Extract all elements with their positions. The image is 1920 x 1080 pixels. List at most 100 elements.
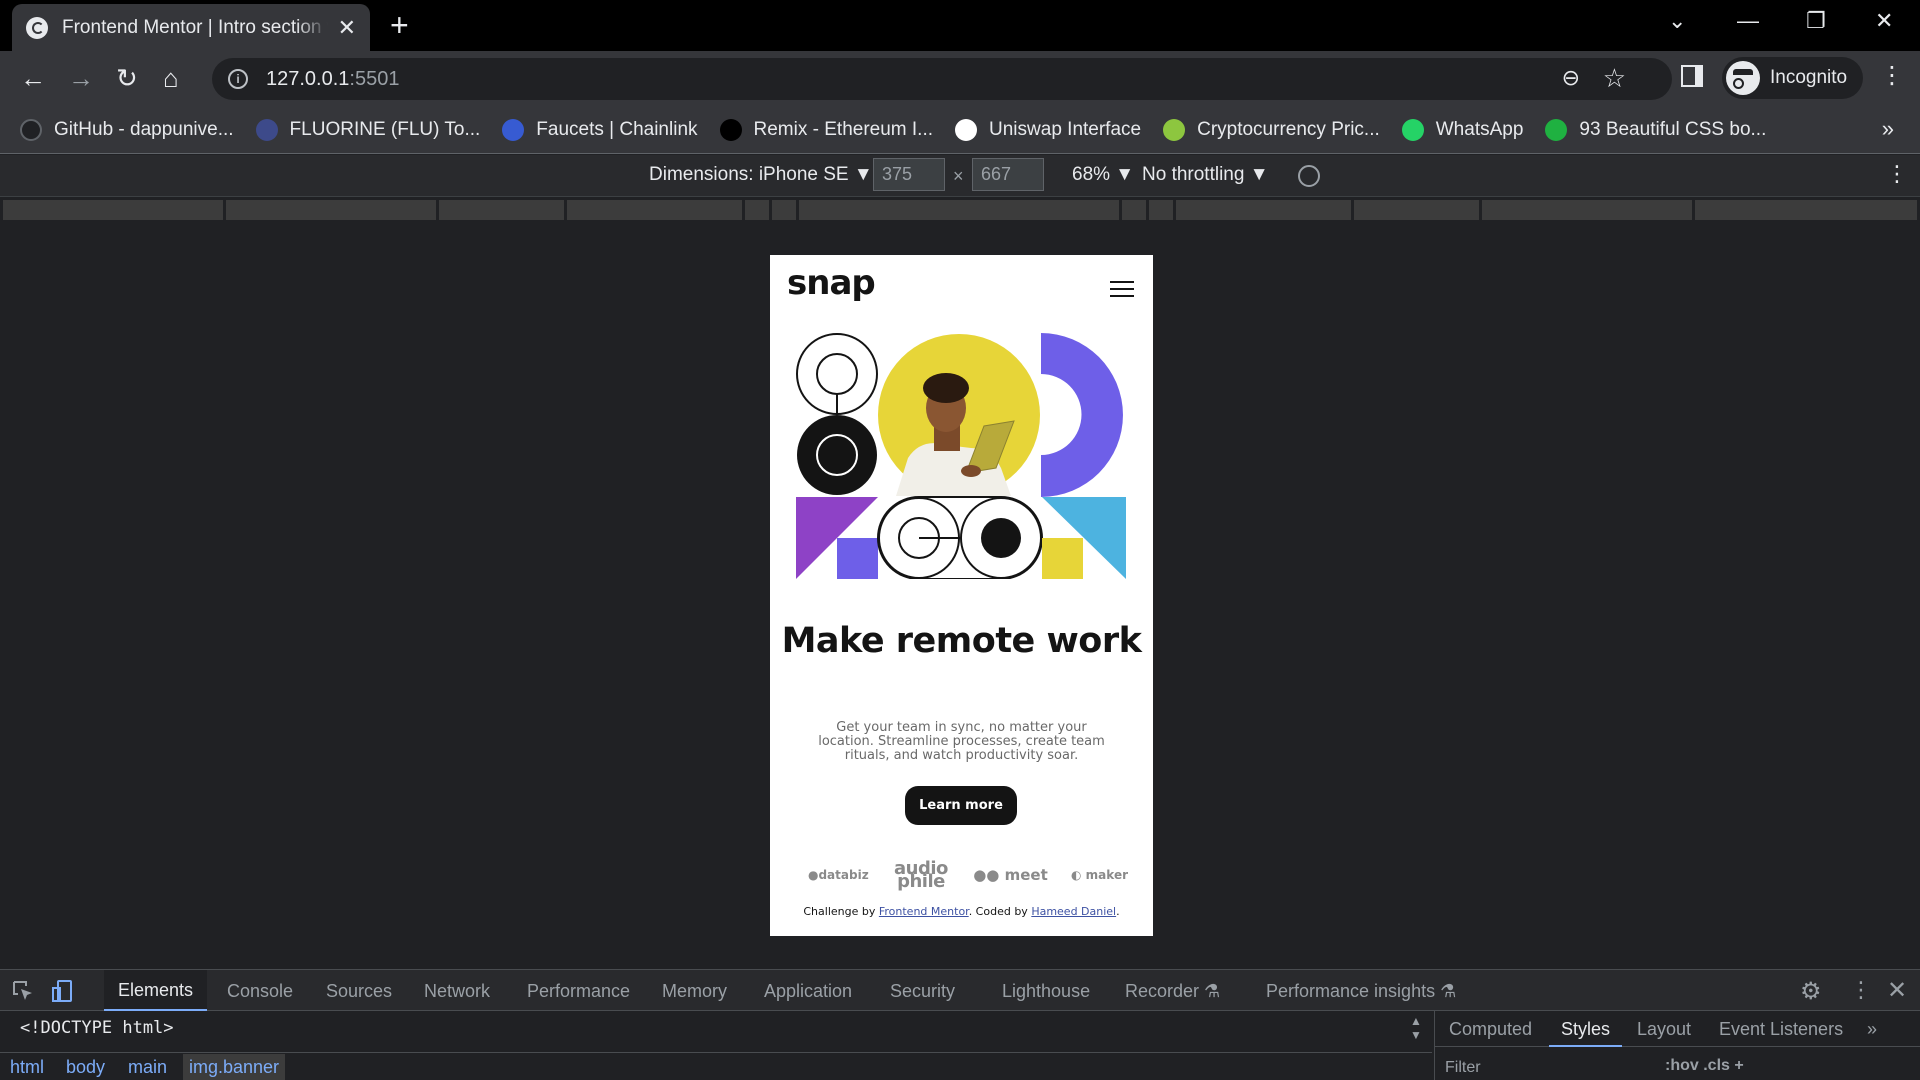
dimension-separator: × xyxy=(953,166,964,186)
devtools-tab-console[interactable]: Console xyxy=(227,981,293,1002)
bookmarks-bar: GitHub - dappunive... FLUORINE (FLU) To..… xyxy=(0,106,1920,154)
devtools-body: <!DOCTYPE html> html body main img.banner C… xyxy=(0,1011,1920,1080)
styles-filter-input[interactable]: Filter xyxy=(1445,1059,1481,1077)
sidebar-tab-layout[interactable]: Layout xyxy=(1637,1019,1691,1040)
dom-doctype-line[interactable]: <!DOCTYPE html> xyxy=(20,1018,174,1038)
devtools-tab-elements[interactable]: Elements xyxy=(104,970,208,1011)
tab-search-icon[interactable]: ⌄ xyxy=(1668,6,1686,36)
inspect-element-icon[interactable] xyxy=(12,980,34,1002)
sidebar-tabs-more-icon[interactable]: » xyxy=(1867,1019,1877,1040)
device-toolbar-toggle-icon[interactable] xyxy=(52,980,74,1002)
bookmark-label: GitHub - dappunive... xyxy=(54,118,234,140)
devtools-tab-lighthouse[interactable]: Lighthouse xyxy=(1002,981,1090,1002)
devtools-tab-network[interactable]: Network xyxy=(424,981,490,1002)
devtools-settings-icon[interactable]: ⚙ xyxy=(1800,977,1822,1006)
bookmarks-overflow-icon[interactable]: » xyxy=(1882,116,1894,142)
sidebar-tab-computed[interactable]: Computed xyxy=(1449,1019,1532,1040)
sidebar-tabs: Computed Styles Layout Event Listeners » xyxy=(1435,1011,1920,1047)
remix-icon xyxy=(719,118,742,141)
coingecko-icon xyxy=(1163,118,1186,141)
frontend-mentor-favicon-icon xyxy=(26,16,48,39)
new-tab-button[interactable]: + xyxy=(390,8,409,42)
device-height-input[interactable]: 667 xyxy=(972,158,1044,191)
throttling-select[interactable]: No throttling ▼ xyxy=(1142,164,1269,186)
device-width-input[interactable]: 375 xyxy=(873,158,945,191)
databiz-logo: ●databiz xyxy=(808,868,869,882)
url-host: 127.0.0.1 xyxy=(266,67,350,90)
breadcrumb-item[interactable]: img.banner xyxy=(183,1054,286,1080)
bookmark-item[interactable]: 93 Beautiful CSS bo... xyxy=(1545,118,1766,141)
hamburger-menu-icon[interactable] xyxy=(1110,281,1134,297)
bookmark-item[interactable]: WhatsApp xyxy=(1401,118,1523,141)
minimize-button[interactable]: — xyxy=(1737,6,1759,36)
devtools-tab-memory[interactable]: Memory xyxy=(662,981,727,1002)
bookmark-item[interactable]: Remix - Ethereum I... xyxy=(719,118,933,141)
bookmark-label: FLUORINE (FLU) To... xyxy=(289,118,481,140)
device-toolbar-more-icon[interactable]: ⋮ xyxy=(1886,161,1908,187)
incognito-profile-button[interactable]: Incognito xyxy=(1722,57,1864,99)
side-panel-icon[interactable] xyxy=(1681,65,1703,87)
site-info-icon[interactable]: i xyxy=(228,69,248,89)
media-query-bar[interactable] xyxy=(0,197,1920,223)
maker-logo: ◐ maker xyxy=(1071,868,1128,882)
bookmark-item[interactable]: Faucets | Chainlink xyxy=(502,118,698,141)
attribution: Challenge by Frontend Mentor. Coded by H… xyxy=(770,905,1153,918)
bookmark-item[interactable]: Cryptocurrency Pric... xyxy=(1163,118,1380,141)
learn-more-button[interactable]: Learn more xyxy=(905,786,1017,825)
bookmark-label: Faucets | Chainlink xyxy=(536,118,698,140)
reload-button[interactable]: ↻ xyxy=(116,61,138,95)
github-icon xyxy=(20,118,42,141)
bookmark-star-icon[interactable]: ☆ xyxy=(1603,63,1626,94)
rotate-icon[interactable] xyxy=(1298,165,1320,187)
address-bar[interactable]: i 127.0.0.1:5501 ⊖ ☆ xyxy=(212,58,1672,100)
browser-tab[interactable]: Frontend Mentor | Intro section w ✕ xyxy=(12,4,370,51)
device-toolbar: Dimensions: iPhone SE ▼ 375 × 667 68% ▼ … xyxy=(0,155,1920,197)
zoom-icon[interactable]: ⊖ xyxy=(1562,65,1580,91)
dom-scroll-arrows-icon[interactable]: ▲ ▼ xyxy=(1410,1014,1422,1042)
styles-sidebar: Computed Styles Layout Event Listeners » Fil… xyxy=(1434,1011,1920,1080)
browser-menu-icon[interactable]: ⋮ xyxy=(1880,61,1904,91)
devtools-menu-icon[interactable]: ⋮ xyxy=(1850,977,1872,1003)
device-dimensions-select[interactable]: Dimensions: iPhone SE ▼ xyxy=(649,164,873,186)
audiophile-logo: audio phile xyxy=(894,858,948,892)
device-zoom-select[interactable]: 68% ▼ xyxy=(1072,164,1134,186)
home-button[interactable]: ⌂ xyxy=(163,61,179,95)
client-logos: ●databiz audio phile ●● meet ◐ maker xyxy=(808,858,1128,892)
fluorine-icon xyxy=(255,118,278,141)
bookmark-item[interactable]: Uniswap Interface xyxy=(955,118,1141,141)
breadcrumb-item[interactable]: body xyxy=(66,1057,105,1078)
devtools-tab-performance[interactable]: Performance xyxy=(527,981,630,1002)
bookmark-label: Cryptocurrency Pric... xyxy=(1197,118,1380,140)
dom-breadcrumbs: html body main img.banner xyxy=(0,1052,1432,1080)
emulated-page: snap Make remote work Get your team in s… xyxy=(770,255,1153,936)
tab-close-icon[interactable]: ✕ xyxy=(338,15,356,41)
devtools-close-icon[interactable]: ✕ xyxy=(1887,976,1907,1005)
devtools-tab-security[interactable]: Security xyxy=(890,981,955,1002)
uniswap-icon xyxy=(955,118,978,141)
chainlink-icon xyxy=(502,118,525,141)
snap-logo[interactable]: snap xyxy=(787,263,876,303)
forward-button[interactable]: → xyxy=(68,61,94,95)
sidebar-tab-event-listeners[interactable]: Event Listeners xyxy=(1719,1019,1843,1040)
devtools-tab-recorder[interactable]: Recorder ⚗ xyxy=(1125,981,1220,1002)
attribution-prefix: Challenge by xyxy=(803,905,879,918)
back-button[interactable]: ← xyxy=(20,61,46,95)
meet-logo: ●● meet xyxy=(973,866,1048,884)
author-link[interactable]: Hameed Daniel xyxy=(1031,905,1116,918)
close-window-button[interactable]: ✕ xyxy=(1875,6,1893,36)
devtools-tab-application[interactable]: Application xyxy=(764,981,852,1002)
breadcrumb-item[interactable]: html xyxy=(10,1057,44,1078)
bookmark-item[interactable]: FLUORINE (FLU) To... xyxy=(255,118,481,141)
styles-filter-tools[interactable]: :hov .cls + xyxy=(1665,1057,1744,1075)
sidebar-tab-styles[interactable]: Styles xyxy=(1549,1011,1623,1047)
devtools-tabbar: ⚙ ⋮ ✕ Elements Console Sources Network Perfo… xyxy=(0,969,1920,1011)
breadcrumb-item[interactable]: main xyxy=(128,1057,167,1078)
frontend-mentor-link[interactable]: Frontend Mentor xyxy=(879,905,969,918)
devtools-tab-performance-insights[interactable]: Performance insights ⚗ xyxy=(1266,981,1456,1002)
incognito-icon xyxy=(1726,61,1760,95)
browser-toolbar: ← → ↻ ⌂ i 127.0.0.1:5501 ⊖ ☆ Incognito ⋮ xyxy=(0,51,1920,106)
devtools-tab-sources[interactable]: Sources xyxy=(326,981,392,1002)
restore-button[interactable]: ❐ xyxy=(1806,6,1826,36)
hero-description: Get your team in sync, no matter your lo… xyxy=(818,720,1105,763)
bookmark-item[interactable]: GitHub - dappunive... xyxy=(20,118,234,141)
